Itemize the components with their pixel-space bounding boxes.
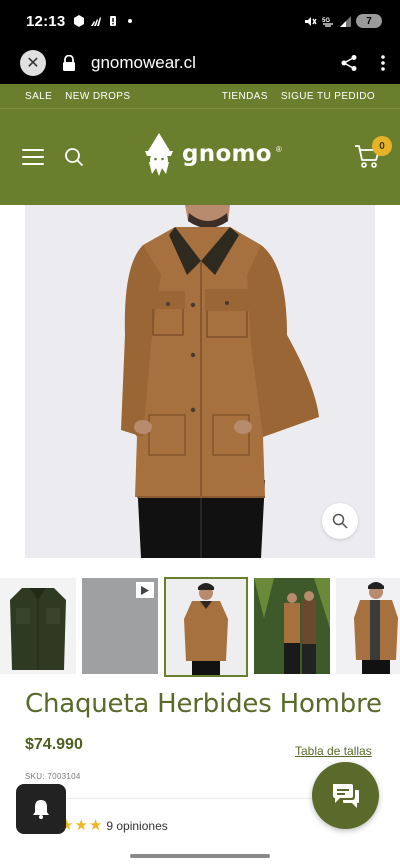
nav-link-new-drops[interactable]: NEW DROPS	[65, 91, 130, 102]
status-time: 12:13	[26, 12, 66, 30]
jacket-model-photo	[25, 205, 375, 558]
promo-strip: SALE NEW DROPS TIENDAS SIGUE TU PEDIDO	[0, 84, 400, 109]
url-text[interactable]: gnomowear.cl	[91, 53, 196, 73]
bell-icon	[33, 800, 49, 819]
review-count[interactable]: 9 opiniones	[106, 819, 167, 833]
star-icon: ★	[88, 817, 103, 834]
thumb-forest[interactable]	[254, 578, 330, 674]
product-sku: SKU: 7003104	[25, 772, 81, 781]
zoom-icon	[332, 513, 348, 529]
adidas-icon	[91, 17, 102, 26]
thumb-video[interactable]	[82, 578, 158, 674]
svg-text:5G: 5G	[322, 18, 330, 24]
alert-icon	[110, 16, 117, 26]
thumbnail-strip	[0, 577, 400, 678]
status-bar: 12:13 5G 7	[0, 0, 400, 42]
nav-link-track-order[interactable]: SIGUE TU PEDIDO	[281, 91, 375, 102]
gnome-logo-icon	[145, 133, 173, 176]
registered-mark: ®	[275, 144, 282, 154]
hamburger-menu-icon[interactable]	[22, 149, 44, 165]
product-main-image[interactable]	[25, 205, 375, 558]
play-icon	[136, 582, 154, 598]
chat-button[interactable]	[312, 762, 379, 829]
product-price: $74.990	[25, 736, 83, 753]
thumb-brown-jacket-front[interactable]	[164, 577, 248, 677]
size-guide-link[interactable]: Tabla de tallas	[295, 744, 372, 758]
search-icon[interactable]	[64, 147, 84, 167]
nav-link-tiendas[interactable]: TIENDAS	[222, 91, 268, 102]
close-icon[interactable]: ✕	[20, 50, 46, 76]
signal-icon	[340, 15, 351, 27]
browser-url-bar: ✕ gnomowear.cl	[0, 42, 400, 84]
kebab-menu-icon[interactable]	[380, 54, 386, 72]
nav-link-sale[interactable]: SALE	[25, 91, 52, 102]
site-logo[interactable]: gnomo ®	[140, 131, 282, 177]
5g-icon: 5G	[322, 18, 333, 27]
thumb-green-jacket[interactable]	[0, 578, 76, 674]
thumb-model-side[interactable]	[336, 578, 400, 674]
cart-button[interactable]: 0	[354, 136, 392, 173]
dot-icon	[128, 19, 133, 23]
gallery-icon	[74, 15, 85, 27]
home-gesture-handle[interactable]	[130, 854, 270, 858]
battery-icon: 7	[356, 14, 382, 28]
lock-icon[interactable]	[62, 54, 78, 72]
chat-icon	[332, 783, 359, 808]
system-nav-bar	[0, 846, 400, 866]
logo-text: gnomo	[182, 141, 272, 167]
zoom-button[interactable]	[322, 503, 358, 539]
mute-icon	[305, 16, 317, 26]
share-icon[interactable]	[340, 54, 358, 72]
notification-bell-button[interactable]	[16, 784, 66, 834]
star-icon: ★	[74, 817, 88, 834]
site-header: gnomo ® 0	[0, 109, 400, 205]
product-title: Chaqueta Herbides Hombre	[25, 689, 382, 719]
product-rating[interactable]: ★ ★ ★ 9 opiniones	[60, 818, 168, 833]
cart-count-badge: 0	[372, 136, 392, 156]
